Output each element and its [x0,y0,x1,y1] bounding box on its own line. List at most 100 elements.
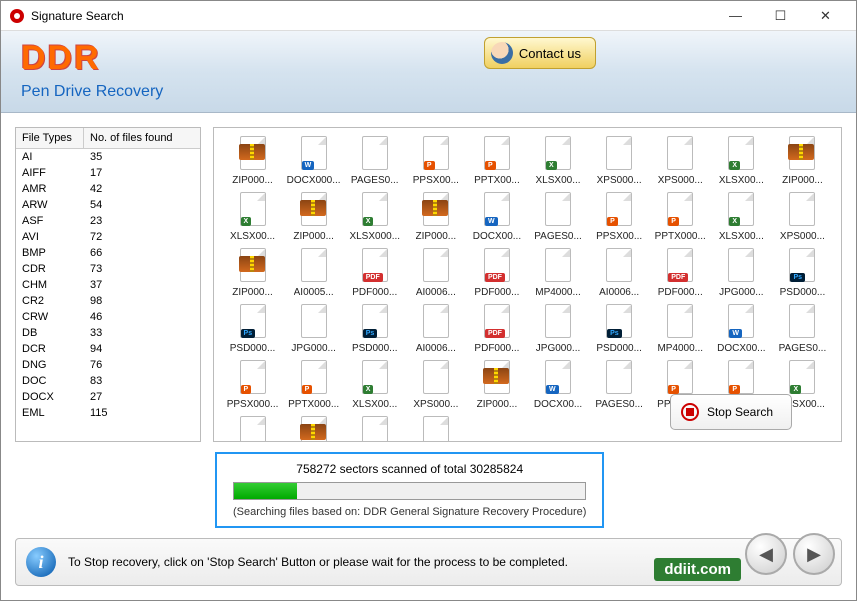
file-item[interactable]: PPPTX00... [468,136,525,186]
table-row[interactable]: AI35 [16,149,200,165]
file-item[interactable]: AI0006... [591,248,648,298]
table-row[interactable]: AVI72 [16,229,200,245]
next-button[interactable]: ▶ [793,533,835,575]
file-label: PPSX00... [596,231,642,242]
table-row[interactable]: CDR73 [16,261,200,277]
file-item[interactable]: XPS000... [774,192,831,242]
file-item[interactable]: WDOCX00... [713,304,770,354]
file-label: PDF000... [474,343,519,354]
file-item[interactable]: PsPSD000... [224,304,281,354]
file-icon: W [481,192,513,228]
file-item[interactable]: PAGES0... [774,304,831,354]
table-row[interactable]: ASF23 [16,213,200,229]
file-icon: X [359,360,391,396]
file-item[interactable]: PDFPDF000... [468,304,525,354]
file-icon [237,416,269,442]
file-icon: P [725,360,757,396]
close-button[interactable]: ✕ [803,2,848,30]
file-label: ZIP000... [232,175,273,186]
contact-us-button[interactable]: Contact us [484,37,596,69]
file-item[interactable]: XXLSX00... [713,192,770,242]
file-item[interactable]: JPG000... [285,304,342,354]
file-item[interactable]: PDFPDF000... [652,248,709,298]
prev-button[interactable]: ◀ [745,533,787,575]
file-item[interactable]: WDOCX000... [285,136,342,186]
file-item[interactable]: ZIP000... [774,136,831,186]
table-row[interactable]: EML115 [16,405,200,421]
maximize-button[interactable]: ☐ [758,2,803,30]
file-item[interactable]: AI0006... [407,304,464,354]
table-row[interactable]: AMR42 [16,181,200,197]
file-icon: PDF [359,248,391,284]
table-row[interactable]: DB33 [16,325,200,341]
file-icon: PDF [664,248,696,284]
table-row[interactable]: BMP66 [16,245,200,261]
table-row[interactable]: DOC83 [16,373,200,389]
file-item[interactable]: PPPTX000... [652,192,709,242]
file-item[interactable]: PPPSX000... [224,360,281,410]
file-icon [786,192,818,228]
file-item[interactable]: PPPSX00... [407,136,464,186]
file-item[interactable]: AI0005... [285,248,342,298]
file-item[interactable]: XPS000... [224,416,281,442]
file-item[interactable]: ZIP000... [407,192,464,242]
file-item[interactable]: WDOCX00... [529,360,586,410]
file-item[interactable]: X XLSX00... [346,360,403,410]
table-row[interactable]: CHM37 [16,277,200,293]
file-item[interactable]: PPPTX000... [285,360,342,410]
header-banner: DDR Pen Drive Recovery Contact us [1,31,856,113]
file-label: MP4000... [535,287,581,298]
file-item[interactable]: ZIP000... [285,192,342,242]
file-item[interactable]: PsPSD000... [346,304,403,354]
file-item[interactable]: PsPSD000... [774,248,831,298]
file-item[interactable]: JPG000... [713,248,770,298]
file-item[interactable]: MP4000... [652,304,709,354]
file-item[interactable]: PsPSD000... [591,304,648,354]
file-icon: P [664,192,696,228]
stop-search-button[interactable]: Stop Search [670,394,792,430]
table-row[interactable]: DNG76 [16,357,200,373]
file-item[interactable]: XXLSX00... [529,136,586,186]
file-item[interactable]: MP4000... [529,248,586,298]
file-item[interactable]: ZIP000... [224,136,281,186]
file-label: DOCX00... [534,399,582,410]
file-item[interactable]: AI0006... [346,416,403,442]
file-item[interactable]: ZIP000... [468,360,525,410]
table-row[interactable]: CR298 [16,293,200,309]
minimize-button[interactable]: — [713,2,758,30]
file-icon [603,360,635,396]
file-item[interactable]: XPS000... [591,136,648,186]
file-item[interactable]: XXLSX00... [713,136,770,186]
file-label: AI0005... [294,287,334,298]
table-row[interactable]: DOCX27 [16,389,200,405]
progress-bar [233,482,586,500]
file-icon [725,248,757,284]
table-row[interactable]: CRW46 [16,309,200,325]
file-item[interactable]: JPG000... [529,304,586,354]
file-icon [542,304,574,340]
file-item[interactable]: PAGES0... [529,192,586,242]
file-item[interactable]: PDFPDF000... [346,248,403,298]
table-row[interactable]: AIFF17 [16,165,200,181]
file-item[interactable]: AI0006... [407,248,464,298]
file-item[interactable]: PPPSX00... [591,192,648,242]
file-item[interactable]: PDFPDF000... [407,416,464,442]
file-item[interactable]: ZIP000... [224,248,281,298]
file-label: ZIP000... [232,287,273,298]
file-types-list[interactable]: AI35AIFF17AMR42ARW54ASF23AVI72BMP66CDR73… [16,149,200,441]
file-item[interactable]: ZIP000... [285,416,342,442]
file-label: XLSX00... [352,399,397,410]
file-item[interactable]: WDOCX00... [468,192,525,242]
table-row[interactable]: ARW54 [16,197,200,213]
file-item[interactable]: PAGES0... [591,360,648,410]
file-item[interactable]: PAGES0... [346,136,403,186]
file-item[interactable]: XXLSX000... [346,192,403,242]
file-icon [237,248,269,284]
col-file-types[interactable]: File Types [16,128,84,148]
file-item[interactable]: XPS000... [407,360,464,410]
col-files-found[interactable]: No. of files found [84,128,179,148]
file-item[interactable]: XPS000... [652,136,709,186]
table-row[interactable]: DCR94 [16,341,200,357]
file-item[interactable]: XXLSX00... [224,192,281,242]
file-item[interactable]: PDFPDF000... [468,248,525,298]
